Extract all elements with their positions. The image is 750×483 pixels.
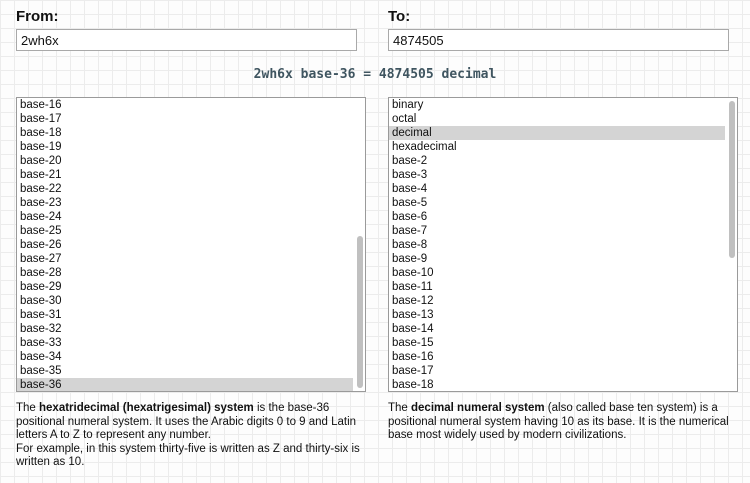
to-base-option[interactable]: base-3: [389, 168, 725, 182]
from-base-option[interactable]: base-33: [17, 336, 353, 350]
from-scrollbar[interactable]: [355, 99, 364, 390]
to-base-option[interactable]: base-18: [389, 378, 725, 391]
to-base-option[interactable]: binary: [389, 98, 725, 112]
to-base-option[interactable]: decimal: [389, 126, 725, 140]
conversion-result: 2wh6x base-36 = 4874505 decimal: [253, 67, 497, 82]
from-base-option[interactable]: base-26: [17, 238, 353, 252]
to-label: To:: [388, 8, 411, 25]
to-base-option[interactable]: base-5: [389, 196, 725, 210]
from-base-option[interactable]: base-20: [17, 154, 353, 168]
to-base-select[interactable]: binary octal decimal hexadecimal base-2 base-…: [388, 97, 738, 392]
from-base-option[interactable]: base-34: [17, 350, 353, 364]
to-base-option[interactable]: base-10: [389, 266, 725, 280]
to-base-option[interactable]: base-4: [389, 182, 725, 196]
from-base-select[interactable]: base-16 base-17 base-18 base-19 base-20 base-…: [16, 97, 366, 392]
from-base-option[interactable]: base-31: [17, 308, 353, 322]
from-base-option[interactable]: base-19: [17, 140, 353, 154]
from-desc-pre: The: [16, 402, 40, 414]
to-value-input[interactable]: [388, 29, 729, 51]
from-base-option[interactable]: base-28: [17, 266, 353, 280]
to-base-option[interactable]: base-2: [389, 154, 725, 168]
to-base-option[interactable]: base-15: [389, 336, 725, 350]
from-base-option[interactable]: base-36: [17, 378, 353, 391]
to-base-option[interactable]: base-9: [389, 252, 725, 266]
to-base-option[interactable]: base-11: [389, 280, 725, 294]
to-scrollbar[interactable]: [727, 99, 736, 390]
from-base-option[interactable]: base-32: [17, 322, 353, 336]
from-base-option[interactable]: base-30: [17, 294, 353, 308]
from-desc-example: For example, in this system thirty-five …: [16, 442, 360, 469]
from-base-options: base-16 base-17 base-18 base-19 base-20 base-…: [17, 98, 353, 391]
to-base-option[interactable]: base-12: [389, 294, 725, 308]
from-base-option[interactable]: base-16: [17, 98, 353, 112]
to-scrollbar-thumb[interactable]: [729, 101, 735, 258]
from-base-option[interactable]: base-27: [17, 252, 353, 266]
from-base-option[interactable]: base-29: [17, 280, 353, 294]
to-desc-term: decimal numeral system: [411, 402, 545, 414]
from-base-option[interactable]: base-24: [17, 210, 353, 224]
from-system-description: The hexatridecimal (hexatrigesimal) syst…: [16, 402, 361, 470]
to-base-option[interactable]: base-14: [389, 322, 725, 336]
to-base-option[interactable]: base-17: [389, 364, 725, 378]
from-base-option[interactable]: base-21: [17, 168, 353, 182]
from-base-option[interactable]: base-17: [17, 112, 353, 126]
to-base-option[interactable]: base-13: [389, 308, 725, 322]
to-system-description: The decimal numeral system (also called …: [388, 402, 733, 443]
to-base-option[interactable]: base-16: [389, 350, 725, 364]
to-base-option[interactable]: hexadecimal: [389, 140, 725, 154]
from-base-option[interactable]: base-25: [17, 224, 353, 238]
from-scrollbar-thumb[interactable]: [357, 236, 363, 388]
to-base-option[interactable]: octal: [389, 112, 725, 126]
to-base-option[interactable]: base-8: [389, 238, 725, 252]
to-desc-pre: The: [388, 402, 412, 414]
from-base-option[interactable]: base-22: [17, 182, 353, 196]
to-base-option[interactable]: base-6: [389, 210, 725, 224]
from-base-option[interactable]: base-35: [17, 364, 353, 378]
from-value-input[interactable]: [16, 29, 357, 51]
from-base-option[interactable]: base-18: [17, 126, 353, 140]
to-base-options: binary octal decimal hexadecimal base-2 base-…: [389, 98, 725, 391]
from-label: From:: [16, 8, 59, 25]
from-desc-term: hexatridecimal (hexatrigesimal) system: [39, 402, 254, 414]
from-base-option[interactable]: base-23: [17, 196, 353, 210]
to-base-option[interactable]: base-7: [389, 224, 725, 238]
